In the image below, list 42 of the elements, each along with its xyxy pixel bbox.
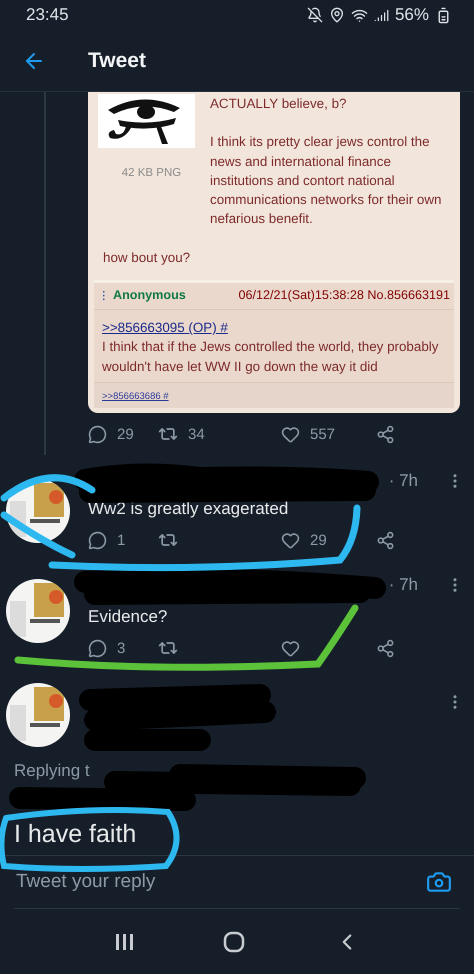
reply-text: Evidence? [88,607,168,627]
like-count: 557 [310,426,336,442]
poster-name: Anonymous [113,287,186,304]
heart-icon[interactable] [281,530,300,550]
signal-icon [374,8,389,22]
quote-link[interactable]: >>856663095 (OP) # [102,318,228,338]
mute-icon [306,7,323,23]
post-meta: 06/12/21(Sat)15:38:28 No.856663191 [238,287,450,304]
post-text: I think that if the Jews controlled the world, they probably wouldn't have let WW II go down the way it did [102,338,440,376]
post-text: ACTUALLY believe, b? [210,95,348,113]
retweet-count: 34 [188,426,205,442]
recent-apps-button[interactable] [114,932,134,952]
post-text: I think its pretty clear jews control the news and international finance institutions and contort national communications networks for their own nefarious benefit. [210,133,442,228]
timestamp: · 7h [388,471,418,491]
heart-icon[interactable] [281,638,300,658]
reply-count: 3 [117,640,126,656]
post-text: how bout you? [103,248,192,267]
reply-icon[interactable] [88,638,107,658]
share-icon[interactable] [376,424,395,444]
recent-apps-icon [114,932,134,952]
reply-icon[interactable] [88,424,107,444]
replying-to: Replying t [13,761,91,781]
reply-text: Ww2 is greatly exagerated [88,499,290,519]
home-icon [222,930,245,952]
reply-icon[interactable] [88,530,107,550]
tweet-text: I have faith [14,821,136,848]
like-count: 29 [310,532,327,548]
page-title: Tweet [88,48,146,72]
heart-icon[interactable] [281,424,300,444]
home-button[interactable] [222,930,245,952]
menu-icon[interactable]: ⁝ [102,286,105,306]
backlink[interactable]: >>856663686 # [102,386,169,406]
file-size: 42 KB PNG [122,166,182,181]
reply-count: 1 [117,532,126,548]
location-icon [328,7,345,23]
reply-count: 29 [117,426,134,442]
share-icon[interactable] [376,530,395,550]
battery-level: 56% [394,5,429,25]
reply-field[interactable]: Tweet your reply [14,870,426,894]
share-icon[interactable] [376,638,395,658]
status-time: 23:45 [26,5,69,25]
timestamp: · 7h [388,575,418,595]
